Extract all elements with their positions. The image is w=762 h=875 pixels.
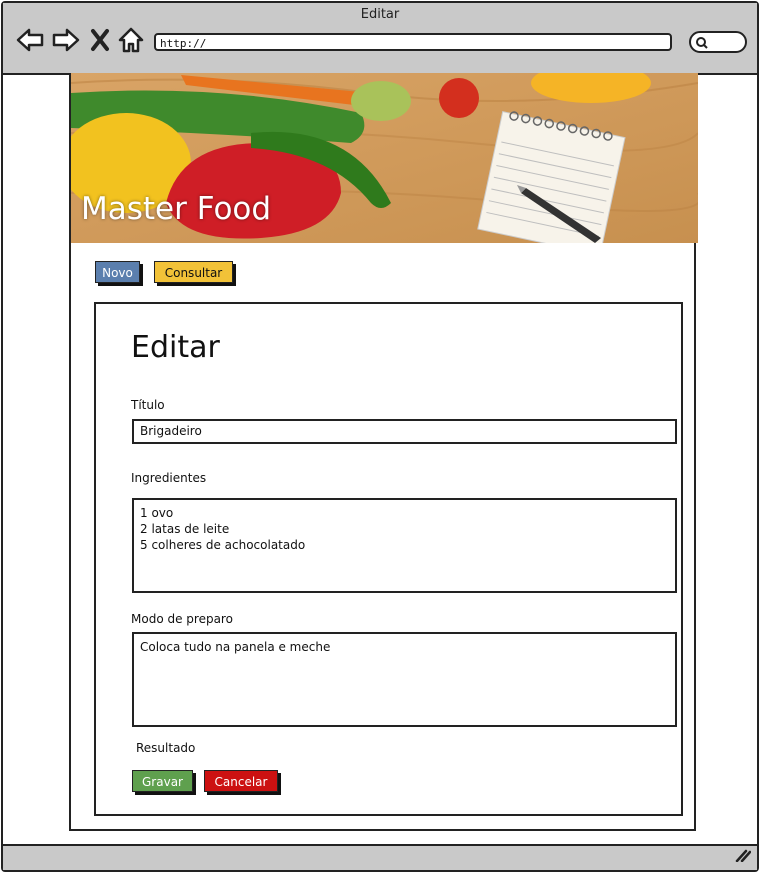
titulo-input[interactable]: Brigadeiro [132,419,677,444]
modo-preparo-label: Modo de preparo [131,612,233,626]
titulo-label: Título [131,398,165,412]
banner-title: Master Food [81,191,272,227]
forward-arrow-icon[interactable] [51,25,81,55]
browser-search-field[interactable] [689,31,747,53]
edit-form-panel: Editar Título Brigadeiro Ingredientes 1 … [94,302,683,816]
cancelar-button[interactable]: Cancelar [204,770,278,792]
banner-image: Master Food [71,73,698,243]
back-arrow-icon[interactable] [15,25,45,55]
browser-status-bar [3,844,757,870]
browser-window: Editar http:// Master Food Novo Consulta… [1,1,759,872]
close-x-icon[interactable] [89,25,119,55]
home-icon[interactable] [116,25,146,55]
search-icon [696,37,708,49]
consultar-button[interactable]: Consultar [154,261,233,283]
modo-preparo-textarea[interactable]: Coloca tudo na panela e meche [132,632,677,727]
browser-toolbar: Editar http:// [3,3,757,75]
resize-grip-icon[interactable] [735,847,752,866]
page-content: Master Food Novo Consultar Editar Título… [69,73,698,831]
url-input[interactable]: http:// [154,33,672,51]
resultado-label: Resultado [136,741,196,755]
gravar-button[interactable]: Gravar [132,770,193,792]
ingredientes-label: Ingredientes [131,471,207,485]
novo-button[interactable]: Novo [95,261,140,283]
ingredientes-textarea[interactable]: 1 ovo 2 latas de leite 5 colheres de ach… [132,498,677,593]
form-heading: Editar [131,330,220,365]
window-title: Editar [360,7,400,22]
